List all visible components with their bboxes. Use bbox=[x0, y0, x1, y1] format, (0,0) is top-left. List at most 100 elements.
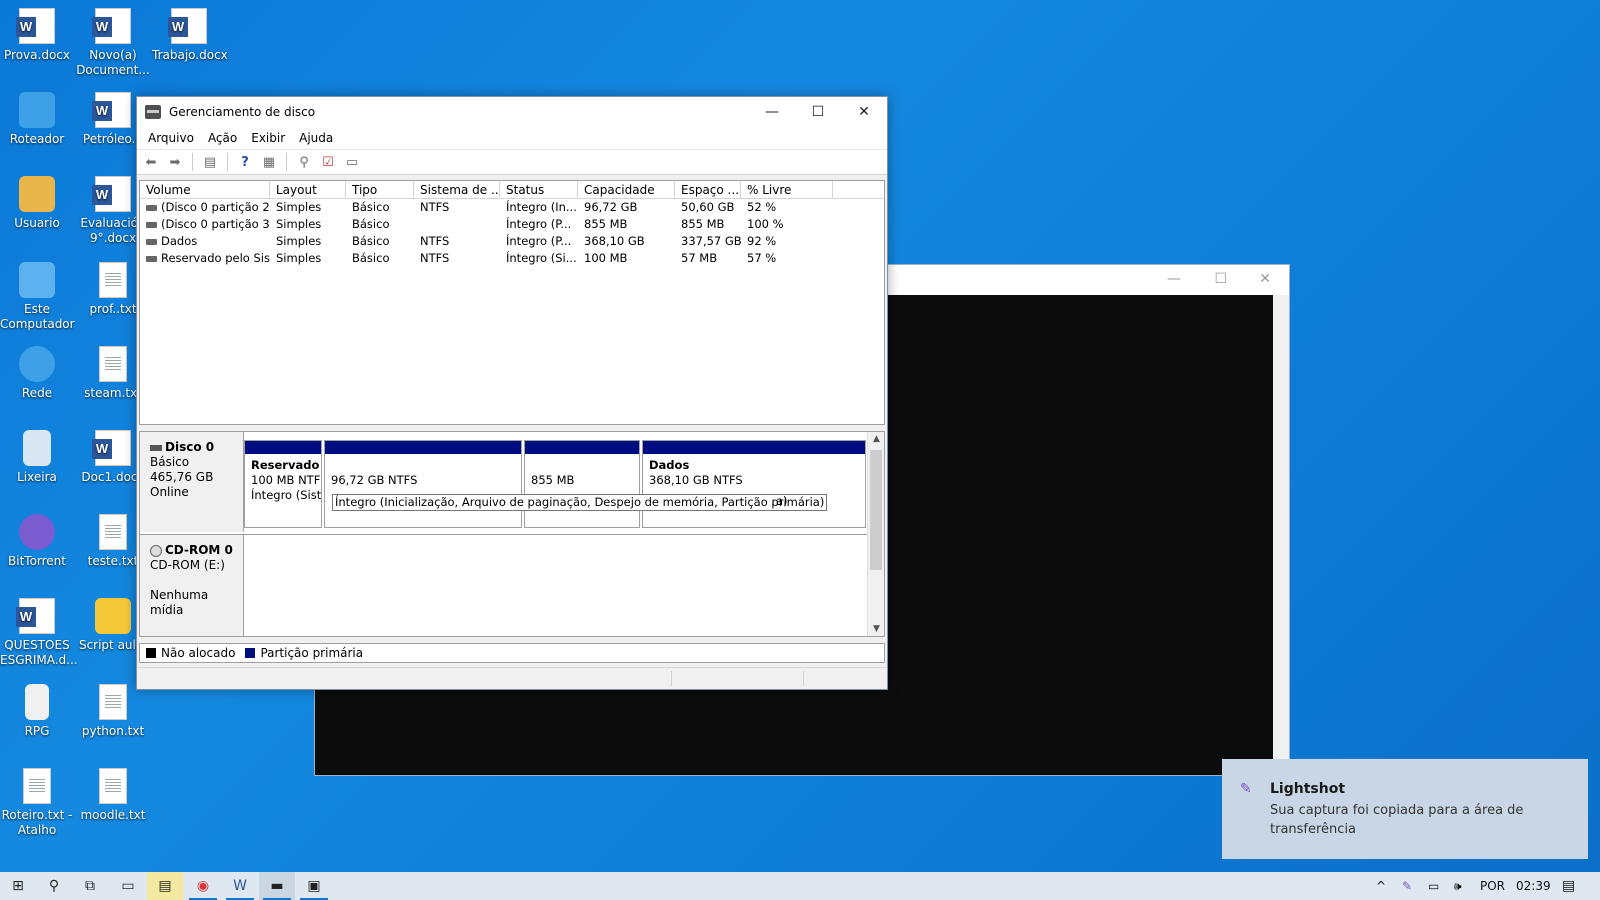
desktop-icon-roteiro-atalho[interactable]: Roteiro.txt - Atalho bbox=[0, 768, 74, 838]
column-sistema[interactable]: Sistema de ... bbox=[414, 181, 500, 198]
lightshot-tray-icon[interactable]: ✎ bbox=[1402, 872, 1412, 900]
desktop-icon-novo-documento[interactable]: Novo(a) Document... bbox=[76, 8, 150, 78]
disk-graphical-view[interactable]: Disco 0 Básico 465,76 GB Online Reservad… bbox=[139, 431, 885, 637]
forward-arrow-icon[interactable]: ➡ bbox=[165, 153, 185, 171]
notepad-icon[interactable]: ▭ bbox=[110, 872, 146, 900]
word-doc-icon bbox=[16, 8, 55, 44]
word-doc-icon bbox=[16, 598, 55, 634]
column-status[interactable]: Status bbox=[500, 181, 578, 198]
show-hidden-icons-icon[interactable]: ^ bbox=[1376, 872, 1386, 900]
checklist-icon[interactable]: ☑ bbox=[318, 153, 338, 171]
disk-management-taskbar-icon[interactable]: ▬ bbox=[259, 872, 295, 900]
file-explorer-icon[interactable]: ▤ bbox=[147, 872, 183, 900]
close-icon[interactable]: ✕ bbox=[1259, 271, 1271, 287]
partition-disco0-2[interactable]: 96,72 GB NTFS bbox=[324, 440, 522, 528]
volume-icon[interactable]: 🕪 bbox=[1454, 872, 1462, 900]
desktop-icon-python-txt[interactable]: python.txt bbox=[76, 684, 150, 739]
console-taskbar-icon[interactable]: ▣ bbox=[296, 872, 332, 900]
volume-icon bbox=[146, 204, 157, 211]
clock[interactable]: 02:39 bbox=[1516, 872, 1551, 900]
menu-arquivo[interactable]: Arquivo bbox=[141, 131, 201, 145]
console-scrollbar[interactable] bbox=[1273, 295, 1289, 775]
column-livre[interactable]: % Livre bbox=[741, 181, 833, 198]
partition-status-tail: a) bbox=[776, 494, 788, 508]
volume-list[interactable]: Volume Layout Tipo Sistema de ... Status… bbox=[139, 180, 885, 425]
table-row[interactable]: (Disco 0 partição 2) Simples Básico NTFS… bbox=[140, 199, 884, 216]
column-volume[interactable]: Volume bbox=[140, 181, 270, 198]
toolbar-separator bbox=[192, 153, 193, 171]
cdrom-0-label[interactable]: CD-ROM 0 CD-ROM (E:) Nenhuma mídia bbox=[140, 535, 244, 636]
desktop-icon-usuario[interactable]: Usuario bbox=[0, 176, 74, 231]
desktop-icon-rede[interactable]: Rede bbox=[0, 346, 74, 401]
menu-exibir[interactable]: Exibir bbox=[244, 131, 292, 145]
status-bar bbox=[137, 667, 887, 689]
window-titlebar[interactable]: Gerenciamento de disco — ☐ ✕ bbox=[137, 97, 887, 127]
word-doc-icon bbox=[92, 176, 131, 212]
scroll-up-icon[interactable]: ▲ bbox=[868, 434, 884, 444]
partition-disco0-3[interactable]: 855 MB bbox=[524, 440, 640, 528]
status-separator bbox=[671, 671, 672, 686]
window-title: Gerenciamento de disco bbox=[169, 105, 316, 119]
cdrom-icon bbox=[150, 544, 162, 557]
lightshot-feather-icon: ✎ bbox=[1240, 781, 1252, 797]
word-icon[interactable]: W bbox=[222, 872, 258, 900]
text-file-icon bbox=[99, 514, 127, 550]
settings-list-icon[interactable]: ▭ bbox=[342, 153, 362, 171]
disk-0-row[interactable]: Disco 0 Básico 465,76 GB Online Reservad… bbox=[140, 432, 868, 532]
search-icon[interactable]: ⚲ bbox=[36, 872, 72, 900]
desktop-icon-roteador[interactable]: Roteador bbox=[0, 92, 74, 147]
column-espaco[interactable]: Espaço ... bbox=[675, 181, 741, 198]
task-view-icon[interactable]: ⧉ bbox=[72, 872, 108, 900]
partition-dados[interactable]: Dados 368,10 GB NTFS bbox=[642, 440, 866, 528]
properties-icon[interactable]: ▦ bbox=[259, 153, 279, 171]
menu-ajuda[interactable]: Ajuda bbox=[292, 131, 340, 145]
desktop-icon-este-computador[interactable]: Este Computador bbox=[0, 262, 75, 332]
toolbar: ⬅ ➡ ▤ ? ▦ ⚲ ☑ ▭ bbox=[137, 149, 887, 175]
start-windows-icon[interactable]: ⊞ bbox=[0, 872, 36, 900]
partition-reservado[interactable]: Reservado p 100 MB NTF Íntegro (Sist bbox=[244, 440, 322, 528]
disk-0-label[interactable]: Disco 0 Básico 465,76 GB Online bbox=[140, 432, 244, 532]
chrome-icon[interactable]: ◉ bbox=[185, 872, 221, 900]
console-tree-icon[interactable]: ▤ bbox=[200, 153, 220, 171]
word-doc-icon bbox=[168, 8, 207, 44]
scrollbar-thumb[interactable] bbox=[870, 450, 882, 570]
column-capacidade[interactable]: Capacidade bbox=[578, 181, 675, 198]
bittorrent-icon bbox=[19, 514, 55, 550]
help-icon[interactable]: ? bbox=[235, 153, 255, 171]
close-button[interactable]: ✕ bbox=[841, 97, 887, 127]
disk-view-scrollbar[interactable]: ▲ ▼ bbox=[867, 432, 884, 636]
maximize-button[interactable]: ☐ bbox=[795, 97, 841, 127]
text-file-shortcut-icon bbox=[23, 768, 51, 804]
desktop-icon-trabajo[interactable]: Trabajo.docx bbox=[152, 8, 228, 63]
cdrom-0-row[interactable]: CD-ROM 0 CD-ROM (E:) Nenhuma mídia bbox=[140, 534, 868, 636]
desktop-icon-moodle[interactable]: moodle.txt bbox=[76, 768, 150, 823]
language-indicator[interactable]: POR bbox=[1480, 872, 1505, 900]
scroll-down-icon[interactable]: ▼ bbox=[868, 624, 884, 634]
connect-icon[interactable]: ⚲ bbox=[294, 153, 314, 171]
desktop-icon-prova[interactable]: Prova.docx bbox=[0, 8, 74, 63]
disk-icon bbox=[150, 444, 162, 451]
lightshot-notification[interactable]: ✎ Lightshot Sua captura foi copiada para… bbox=[1222, 759, 1588, 859]
maximize-icon[interactable]: ☐ bbox=[1214, 271, 1227, 287]
text-file-icon bbox=[99, 768, 127, 804]
table-row[interactable]: Dados Simples Básico NTFS Íntegro (P... … bbox=[140, 233, 884, 250]
status-separator bbox=[803, 671, 804, 686]
action-center-icon[interactable]: ▤ bbox=[1562, 872, 1575, 900]
disk-management-window[interactable]: Gerenciamento de disco — ☐ ✕ Arquivo Açã… bbox=[136, 96, 888, 690]
desktop-icon-lixeira[interactable]: Lixeira bbox=[0, 430, 74, 485]
partition-status-tooltip: Íntegro (Inicialização, Arquivo de pagin… bbox=[332, 494, 828, 511]
menu-acao[interactable]: Ação bbox=[201, 131, 244, 145]
table-row[interactable]: Reservado pelo Sis... Simples Básico NTF… bbox=[140, 250, 884, 267]
column-tipo[interactable]: Tipo bbox=[346, 181, 414, 198]
desktop-icon-bittorrent[interactable]: BitTorrent bbox=[0, 514, 74, 569]
volume-icon bbox=[146, 255, 157, 262]
network-tray-icon[interactable]: ▭ bbox=[1428, 872, 1439, 900]
minimize-icon[interactable]: — bbox=[1167, 271, 1181, 287]
notification-title: Lightshot bbox=[1270, 781, 1346, 797]
desktop-icon-rpg[interactable]: RPG bbox=[0, 684, 74, 739]
desktop-icon-questoes-esgrima[interactable]: QUESTOES ESGRIMA.d... bbox=[0, 598, 78, 668]
back-arrow-icon[interactable]: ⬅ bbox=[141, 153, 161, 171]
minimize-button[interactable]: — bbox=[749, 97, 795, 127]
table-row[interactable]: (Disco 0 partição 3) Simples Básico Ínte… bbox=[140, 216, 884, 233]
column-layout[interactable]: Layout bbox=[270, 181, 346, 198]
